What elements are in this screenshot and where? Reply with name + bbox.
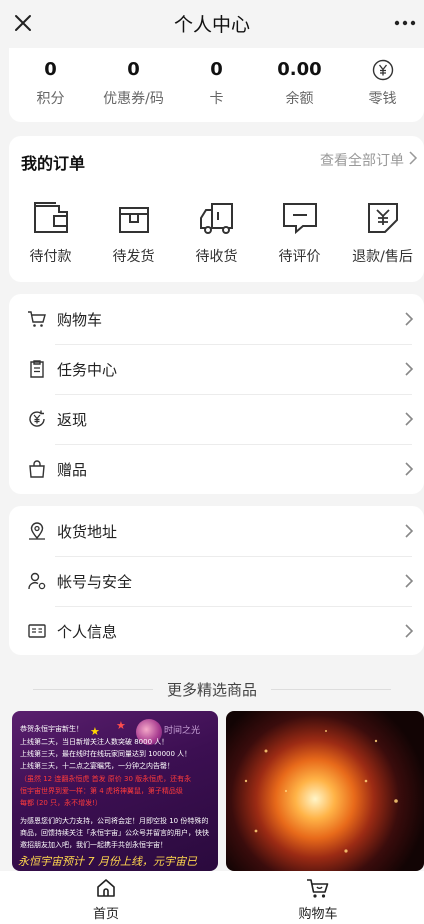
stat-balance[interactable]: 0.00 余额: [258, 48, 341, 122]
product-text-line: 上线第三天，十二点之宴瞩凭，一分钟之内告罄！: [20, 762, 174, 770]
stat-value: 0.00: [277, 59, 322, 80]
product-card[interactable]: [226, 711, 424, 871]
gift-bag-icon: [27, 459, 47, 479]
product-text-line: 上线第二天，当日新增关注人数突破 8000 人！: [20, 738, 169, 746]
product-text-line: 恭贺永恒宇宙新生！: [20, 725, 83, 733]
yen-circle-icon: [371, 58, 395, 82]
stat-cards[interactable]: 0 卡: [175, 48, 258, 122]
product-card[interactable]: 时间之光 ★ ★ 恭贺永恒宇宙新生！ 上线第二天，当日新增关注人数突破 8000…: [12, 711, 218, 871]
product-text-line: 恒宇宙世界到爱一样：第 4 虎将神翼鼠，第子精品级: [20, 787, 183, 795]
orders-title: 我的订单: [21, 154, 86, 173]
chevron-right-icon: [408, 151, 418, 169]
stat-label: 积分: [36, 91, 65, 107]
menu-item-label: 帐号与安全: [57, 572, 133, 591]
id-card-icon: [27, 621, 47, 641]
menu-item-label: 个人信息: [57, 622, 118, 641]
tab-label: 首页: [92, 907, 119, 922]
top-bar: 个人中心: [0, 0, 424, 46]
page-title: 个人中心: [173, 13, 250, 36]
location-icon: [27, 521, 47, 541]
menu-item-tasks[interactable]: 任务中心: [9, 344, 424, 394]
wallet-icon: [31, 198, 71, 238]
stat-coupons[interactable]: 0 优惠券/码: [92, 48, 175, 122]
stat-value: 0: [210, 59, 223, 80]
product-banner-text: 永恒宇宙预计 7 月份上线，元宇宙已: [18, 855, 197, 868]
stat-label: 优惠券/码: [103, 91, 164, 107]
product-text-line: 商品，回馈持续关注「永恒宇宙」公众号并留言的用户，快快: [20, 829, 209, 837]
explosion-image: [244, 730, 398, 853]
product-text-line: （虽然 12 连翻永恒虎 首发 原价 30 版永恒虎，还有永: [20, 775, 192, 783]
product-text-line: 邀招朋友加入吧，我们一起携手共创永恒宇宙！: [20, 841, 167, 849]
menu-item-label: 任务中心: [57, 360, 118, 379]
order-pending-payment[interactable]: 待付款: [9, 198, 92, 266]
more-icon[interactable]: [394, 8, 424, 38]
stat-value: 0: [44, 59, 57, 80]
chevron-right-icon: [402, 572, 416, 590]
view-all-orders-link[interactable]: 查看全部订单: [320, 150, 418, 170]
menu-item-personal-info[interactable]: 个人信息: [9, 606, 424, 656]
product-text-line: 上线第三天，最在线时在线玩家同量达到 100000 人！: [20, 750, 192, 758]
stat-label: 余额: [285, 91, 314, 107]
truck-icon: [197, 198, 237, 238]
stat-label: 卡: [209, 91, 224, 107]
refund-icon: [363, 198, 403, 238]
stats-card: 0 积分 0 优惠券/码 0 卡 0.00 余额 零钱: [9, 48, 424, 122]
stat-label: 零钱: [368, 91, 397, 107]
star-icon: ★: [116, 719, 126, 732]
stat-value: 0: [127, 59, 140, 80]
order-label: 待发货: [112, 249, 155, 265]
chevron-right-icon: [402, 460, 416, 478]
tab-label: 购物车: [298, 907, 338, 922]
cashback-icon: [27, 409, 47, 429]
chevron-right-icon: [402, 310, 416, 328]
order-pending-receipt[interactable]: 待收货: [175, 198, 258, 266]
product-text-line: 为感恩您们的大力支持，公司将会定！月即空投 10 份特殊的: [20, 817, 209, 825]
menu-item-label: 返现: [57, 410, 88, 429]
order-label: 待评价: [278, 249, 321, 265]
account-security-icon: [27, 571, 47, 591]
more-products-title: 更多精选商品: [166, 680, 257, 699]
tab-cart[interactable]: 购物车: [212, 871, 424, 924]
chevron-right-icon: [402, 522, 416, 540]
chevron-right-icon: [402, 622, 416, 640]
view-all-label: 查看全部订单: [320, 153, 404, 169]
menu-item-cart[interactable]: 购物车: [9, 294, 424, 344]
clipboard-icon: [27, 359, 47, 379]
order-label: 退款/售后: [352, 249, 413, 265]
stat-points[interactable]: 0 积分: [9, 48, 92, 122]
chevron-right-icon: [402, 360, 416, 378]
brand-logo-text: 时间之光: [163, 726, 200, 736]
chevron-right-icon: [402, 410, 416, 428]
menu-item-cashback[interactable]: 返现: [9, 394, 424, 444]
product-text-line: 每都 (20 只，永不增发!）: [20, 799, 102, 807]
bottom-tab-bar: 首页 购物车: [0, 871, 424, 924]
divider-line: [32, 688, 153, 690]
orders-card: 我的订单 查看全部订单 待付款 待发货 待收货 待评价 退款/售后: [9, 136, 424, 282]
comment-icon: [280, 198, 320, 238]
menu-item-label: 收货地址: [57, 522, 118, 541]
menu-item-address[interactable]: 收货地址: [9, 506, 424, 556]
order-refund[interactable]: 退款/售后: [341, 198, 424, 266]
close-icon[interactable]: [8, 8, 38, 38]
home-icon: [94, 877, 118, 899]
order-pending-review[interactable]: 待评价: [258, 198, 341, 266]
more-products-header: 更多精选商品: [0, 676, 424, 702]
tab-home[interactable]: 首页: [0, 871, 212, 924]
order-pending-shipment[interactable]: 待发货: [92, 198, 175, 266]
order-status-row: 待付款 待发货 待收货 待评价 退款/售后: [9, 198, 424, 266]
menu-item-label: 购物车: [57, 310, 103, 329]
order-label: 待付款: [29, 249, 72, 265]
menu-list-account: 收货地址 帐号与安全 个人信息: [9, 506, 424, 655]
menu-list-shopping: 购物车 任务中心 返现 赠品: [9, 294, 424, 494]
cart-icon: [306, 877, 330, 899]
stat-change[interactable]: 零钱: [341, 48, 424, 122]
cart-icon: [27, 309, 47, 329]
menu-item-account-security[interactable]: 帐号与安全: [9, 556, 424, 606]
package-icon: [114, 198, 154, 238]
menu-item-gifts[interactable]: 赠品: [9, 444, 424, 494]
order-label: 待收货: [195, 249, 238, 265]
divider-line: [271, 688, 391, 690]
menu-item-label: 赠品: [57, 460, 88, 479]
